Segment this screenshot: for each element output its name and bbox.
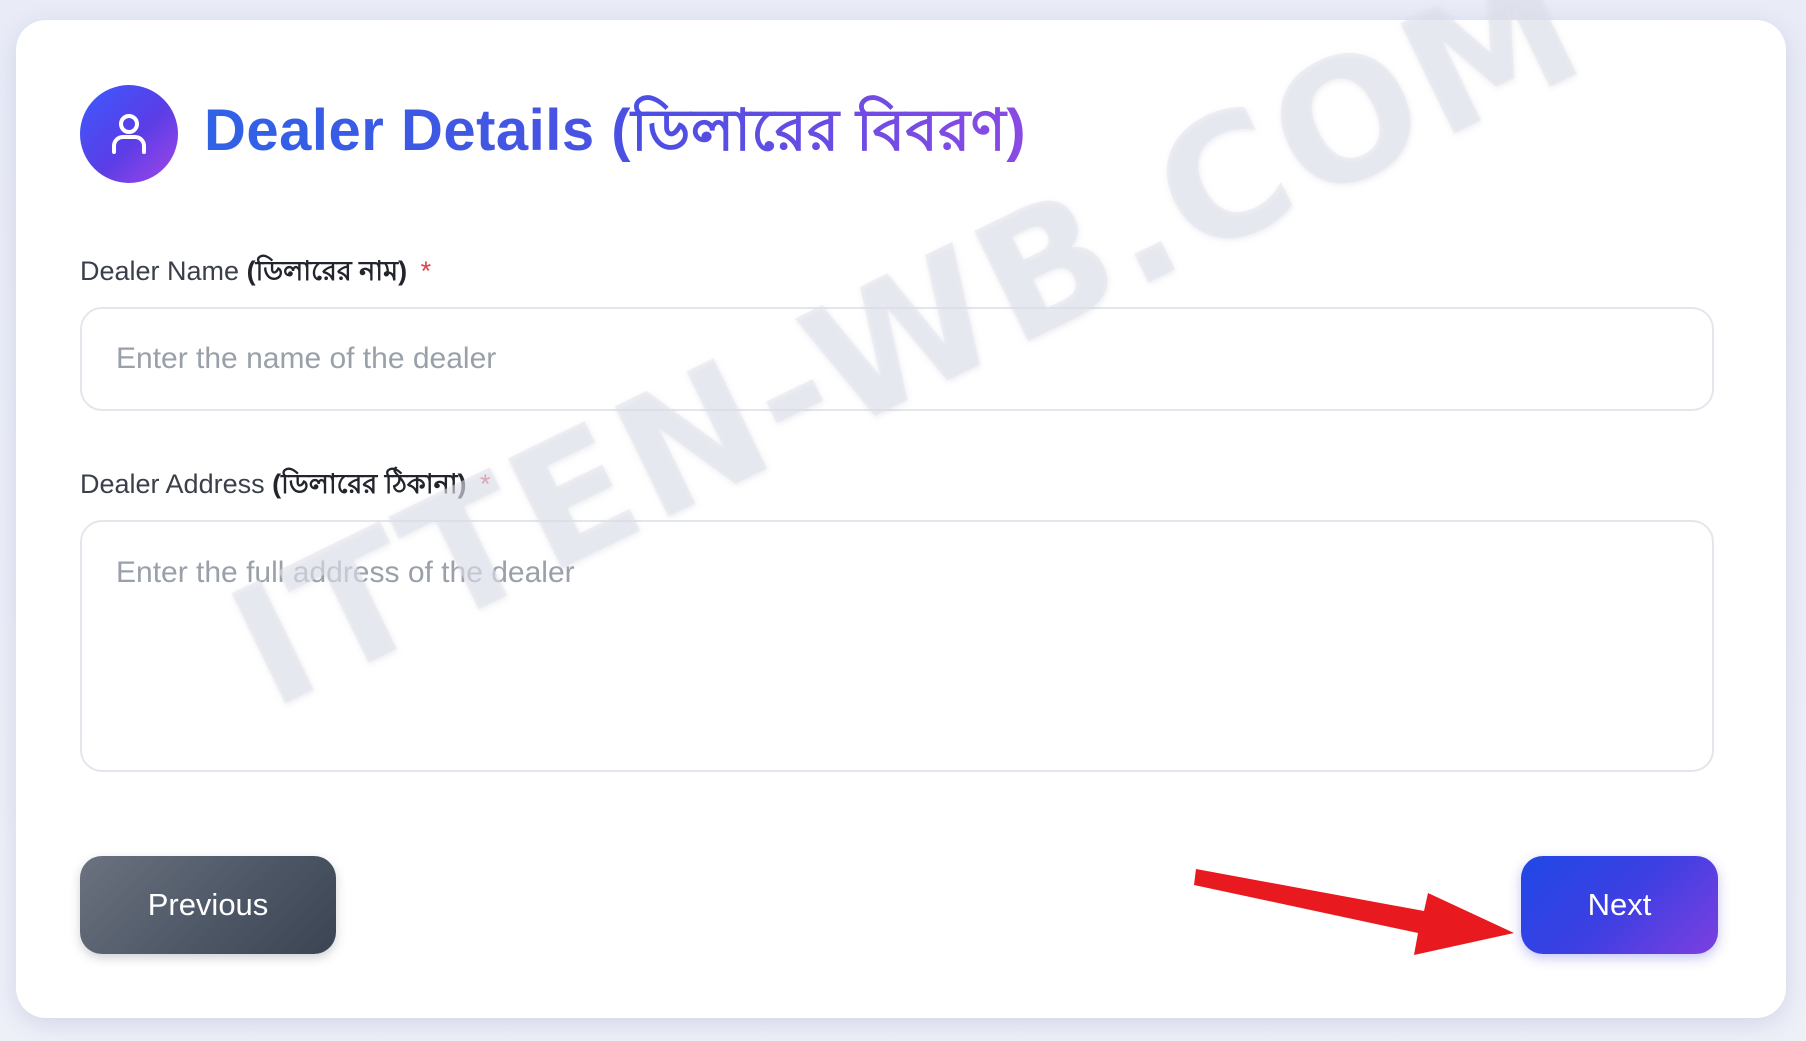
dealer-address-label: Dealer Address (ডিলারের ঠিকানা) * (80, 464, 491, 509)
required-asterisk: * (480, 469, 491, 499)
dealer-name-label: Dealer Name (ডিলারের নাম) * (80, 251, 431, 296)
dealer-details-card: Dealer Details (ডিলারের বিবরণ) Dealer Na… (16, 0, 1786, 1018)
page-title: Dealer Details (ডিলারের বিবরণ) (204, 86, 1026, 183)
required-asterisk: * (420, 256, 432, 286)
dealer-address-label-bn: (ডিলারের ঠিকানা) (272, 469, 467, 499)
dealer-name-label-bn: (ডিলারের নাম) (246, 256, 408, 286)
user-icon-glyph (112, 114, 146, 154)
dealer-name-label-en: Dealer Name (80, 256, 240, 286)
dealer-address-label-en: Dealer Address (80, 469, 265, 499)
red-arrow-shape (1194, 869, 1514, 955)
next-button[interactable]: Next (1521, 856, 1718, 954)
red-arrow-annotation (1194, 869, 1514, 955)
dealer-name-input[interactable] (80, 307, 1714, 411)
user-icon (80, 85, 178, 183)
previous-button[interactable]: Previous (80, 856, 336, 954)
dealer-address-textarea[interactable] (80, 520, 1714, 772)
section-header: Dealer Details (ডিলারের বিবরণ) (80, 84, 1026, 184)
